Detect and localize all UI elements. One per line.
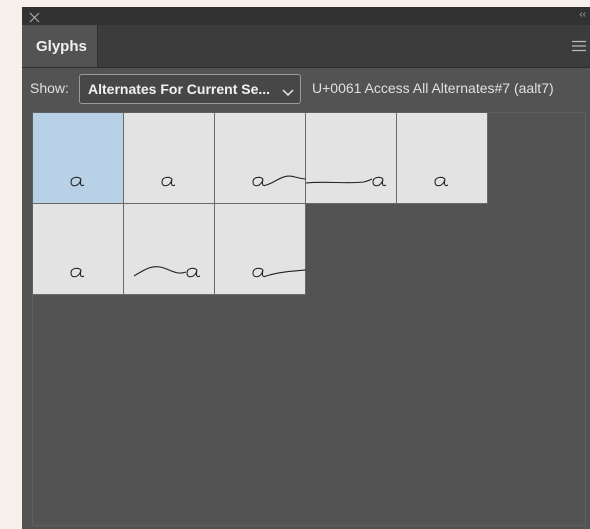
glyph-shape: [252, 267, 306, 278]
tab-glyphs[interactable]: Glyphs: [22, 25, 98, 67]
glyph-shape: [434, 176, 449, 187]
collapse-icon[interactable]: ‹‹: [579, 8, 586, 22]
glyph-a-alt-5[interactable]: [397, 113, 488, 204]
panel-menu-icon[interactable]: [572, 39, 586, 57]
glyph-shape: [306, 176, 387, 187]
glyph-a-alt-8[interactable]: [215, 204, 306, 295]
glyph-a-alt-7[interactable]: [124, 204, 215, 295]
glyph-shape: [252, 175, 306, 187]
chevron-down-icon: [282, 84, 294, 100]
tab-glyphs-label: Glyphs: [36, 37, 87, 55]
glyph-shape: [70, 176, 85, 187]
panel-tabbar: Glyphs: [22, 25, 590, 68]
panel-titlebar: ‹‹: [22, 7, 590, 25]
glyph-shape: [133, 266, 201, 278]
glyphs-panel: ‹‹ Glyphs Show: Alternates For Current S…: [22, 7, 590, 529]
glyph-shape: [70, 267, 85, 278]
glyph-a-alt-4[interactable]: [306, 113, 397, 204]
glyph-info-text: U+0061 Access All Alternates#7 (aalt7): [312, 80, 554, 96]
glyph-grid: [32, 112, 586, 526]
glyphs-toolbar: Show: Alternates For Current Se... U+006…: [22, 68, 590, 112]
show-dropdown[interactable]: Alternates For Current Se...: [79, 74, 301, 104]
glyph-a-alt-3[interactable]: [215, 113, 306, 204]
show-label: Show:: [30, 80, 69, 96]
glyph-a-alt-6[interactable]: [33, 204, 124, 295]
glyph-shape: [161, 176, 176, 187]
glyph-a-alt-2[interactable]: [124, 113, 215, 204]
glyph-a-alt-1[interactable]: [33, 113, 124, 204]
show-dropdown-value: Alternates For Current Se...: [88, 81, 271, 97]
